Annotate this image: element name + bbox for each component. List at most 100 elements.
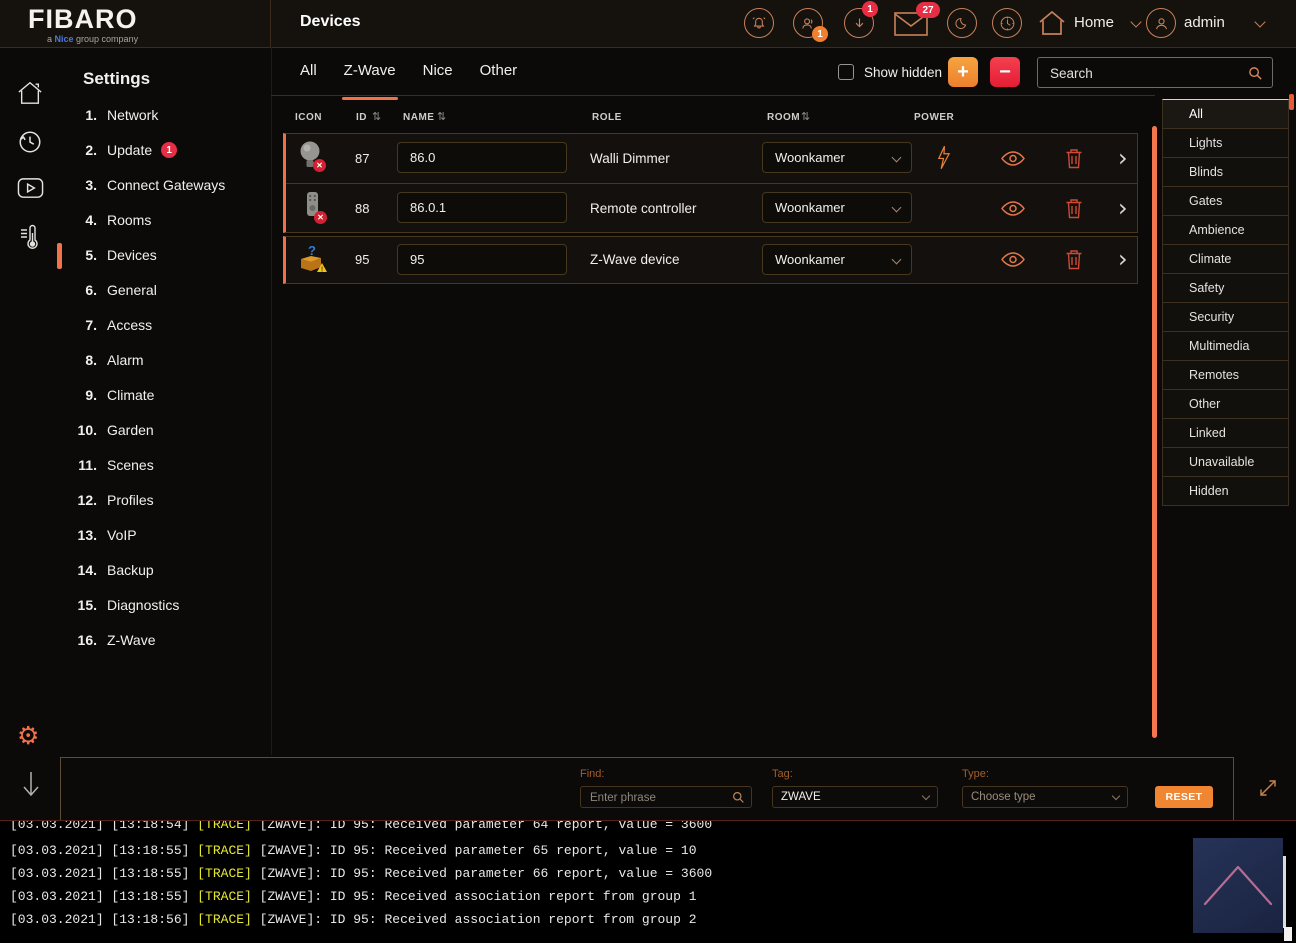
device-name-input[interactable]	[397, 192, 567, 223]
sort-id-icon[interactable]: ⇅	[372, 110, 381, 123]
category-remotes[interactable]: Remotes	[1162, 360, 1289, 390]
rail-climate-icon[interactable]	[17, 224, 41, 251]
power-metering-icon[interactable]	[936, 145, 951, 170]
category-safety[interactable]: Safety	[1162, 273, 1289, 303]
tag-select[interactable]: ZWAVE	[772, 786, 938, 808]
category-unavailable[interactable]: Unavailable	[1162, 447, 1289, 477]
update-badge: 1	[161, 142, 177, 158]
category-security[interactable]: Security	[1162, 302, 1289, 332]
console-scrollbar-corner	[1284, 927, 1292, 941]
category-linked[interactable]: Linked	[1162, 418, 1289, 448]
category-climate[interactable]: Climate	[1162, 244, 1289, 274]
debug-console[interactable]: [03.03.2021] [13:18:54] [TRACE] [ZWAVE]:…	[0, 820, 1296, 943]
sidebar-item-garden[interactable]: 10.Garden	[67, 418, 267, 442]
col-role: ROLE	[592, 112, 622, 123]
category-multimedia[interactable]: Multimedia	[1162, 331, 1289, 361]
room-select[interactable]: Woonkamer	[762, 244, 912, 275]
rail-history-icon[interactable]	[17, 129, 43, 155]
device-icon-remote: ✕	[299, 190, 325, 224]
device-details-chevron[interactable]: ›	[1118, 249, 1128, 269]
device-list-scrollbar[interactable]	[1152, 126, 1157, 738]
rail-video-icon[interactable]	[17, 177, 44, 199]
device-role: Walli Dimmer	[590, 151, 670, 166]
night-mode-icon[interactable]	[947, 8, 977, 38]
category-gates[interactable]: Gates	[1162, 186, 1289, 216]
category-blinds[interactable]: Blinds	[1162, 157, 1289, 187]
find-box	[580, 786, 752, 808]
console-line: [03.03.2021] [13:18:56] [TRACE] [ZWAVE]:…	[10, 912, 697, 927]
device-details-chevron[interactable]: ›	[1118, 198, 1128, 218]
clock-icon[interactable]	[992, 8, 1022, 38]
device-name-input[interactable]	[397, 142, 567, 173]
sidebar-item-scenes[interactable]: 11.Scenes	[67, 453, 267, 477]
remove-device-button[interactable]: −	[990, 57, 1020, 87]
visibility-eye-icon[interactable]	[1000, 150, 1026, 167]
sidebar-item-rooms[interactable]: 4.Rooms	[67, 208, 267, 232]
category-lights[interactable]: Lights	[1162, 128, 1289, 158]
tab-other[interactable]: Other	[480, 62, 518, 87]
expand-console-icon[interactable]	[1256, 776, 1280, 800]
search-box	[1037, 57, 1273, 88]
sidebar-item-alarm[interactable]: 8.Alarm	[67, 348, 267, 372]
sort-room-icon[interactable]: ⇅	[801, 110, 810, 123]
sidebar-item-access[interactable]: 7.Access	[67, 313, 267, 337]
active-item-indicator	[57, 243, 62, 269]
show-hidden-checkbox[interactable]	[838, 64, 854, 80]
console-line: [03.03.2021] [13:18:55] [TRACE] [ZWAVE]:…	[10, 843, 697, 858]
chevron-down-icon	[1112, 792, 1120, 800]
sort-name-icon[interactable]: ⇅	[437, 110, 446, 123]
category-all[interactable]: All	[1162, 99, 1289, 129]
sidebar-item-network[interactable]: 1.Network	[67, 103, 267, 127]
settings-gear-icon[interactable]: ⚙	[17, 721, 39, 750]
add-device-button[interactable]: +	[948, 57, 978, 87]
visibility-eye-icon[interactable]	[1000, 251, 1026, 268]
tab-nice[interactable]: Nice	[423, 62, 453, 87]
device-tabs: All Z-Wave Nice Other	[300, 62, 517, 87]
chevron-down-icon	[892, 255, 902, 265]
room-select[interactable]: Woonkamer	[762, 192, 912, 223]
category-hidden[interactable]: Hidden	[1162, 476, 1289, 506]
user-avatar-icon[interactable]	[1146, 8, 1176, 38]
alarm-bell-icon[interactable]	[744, 8, 774, 38]
sidebar-item-backup[interactable]: 14.Backup	[67, 558, 267, 582]
device-id: 95	[355, 252, 369, 267]
find-label: Find:	[580, 768, 604, 780]
delete-trash-icon[interactable]	[1065, 148, 1083, 169]
visibility-eye-icon[interactable]	[1000, 200, 1026, 217]
sidebar-item-general[interactable]: 6.General	[67, 278, 267, 302]
col-icon: ICON	[295, 112, 322, 123]
delete-trash-icon[interactable]	[1065, 198, 1083, 219]
type-select[interactable]: Choose type	[962, 786, 1128, 808]
page-scrollbar-thumb[interactable]	[1289, 94, 1294, 110]
tab-all[interactable]: All	[300, 62, 317, 87]
sidebar-item-update[interactable]: 2.Update1	[67, 138, 267, 162]
find-input[interactable]	[582, 788, 732, 808]
delete-trash-icon[interactable]	[1065, 249, 1083, 270]
fibaro-logo: FIBARO	[28, 4, 138, 35]
search-icon	[732, 791, 745, 804]
search-input[interactable]	[1040, 60, 1252, 87]
category-ambience[interactable]: Ambience	[1162, 215, 1289, 245]
home-selector-label[interactable]: Home	[1074, 14, 1114, 31]
device-name-input[interactable]	[397, 244, 567, 275]
sidebar-item-profiles[interactable]: 12.Profiles	[67, 488, 267, 512]
header-divider	[270, 0, 271, 47]
home-icon[interactable]	[1038, 9, 1066, 36]
sidebar-item-climate[interactable]: 9.Climate	[67, 383, 267, 407]
sidebar-item-connect-gateways[interactable]: 3.Connect Gateways	[67, 173, 267, 197]
category-other[interactable]: Other	[1162, 389, 1289, 419]
sidebar-item-devices[interactable]: 5.Devices	[67, 243, 267, 267]
user-menu-label[interactable]: admin	[1184, 14, 1225, 31]
rail-home-icon[interactable]	[17, 80, 43, 105]
tab-zwave[interactable]: Z-Wave	[344, 62, 396, 87]
sidebar-item-voip[interactable]: 13.VoIP	[67, 523, 267, 547]
device-icon-dimmer: ✕	[297, 139, 325, 173]
sidebar-item-diagnostics[interactable]: 15.Diagnostics	[67, 593, 267, 617]
reset-button[interactable]: RESET	[1155, 786, 1213, 808]
sidebar-item-zwave[interactable]: 16.Z-Wave	[67, 628, 267, 652]
device-error-badge: ✕	[314, 211, 327, 224]
console-scrollbar-thumb[interactable]	[1283, 856, 1286, 928]
collapse-console-arrow-icon[interactable]	[20, 768, 42, 802]
room-select[interactable]: Woonkamer	[762, 142, 912, 173]
device-details-chevron[interactable]: ›	[1118, 148, 1128, 168]
